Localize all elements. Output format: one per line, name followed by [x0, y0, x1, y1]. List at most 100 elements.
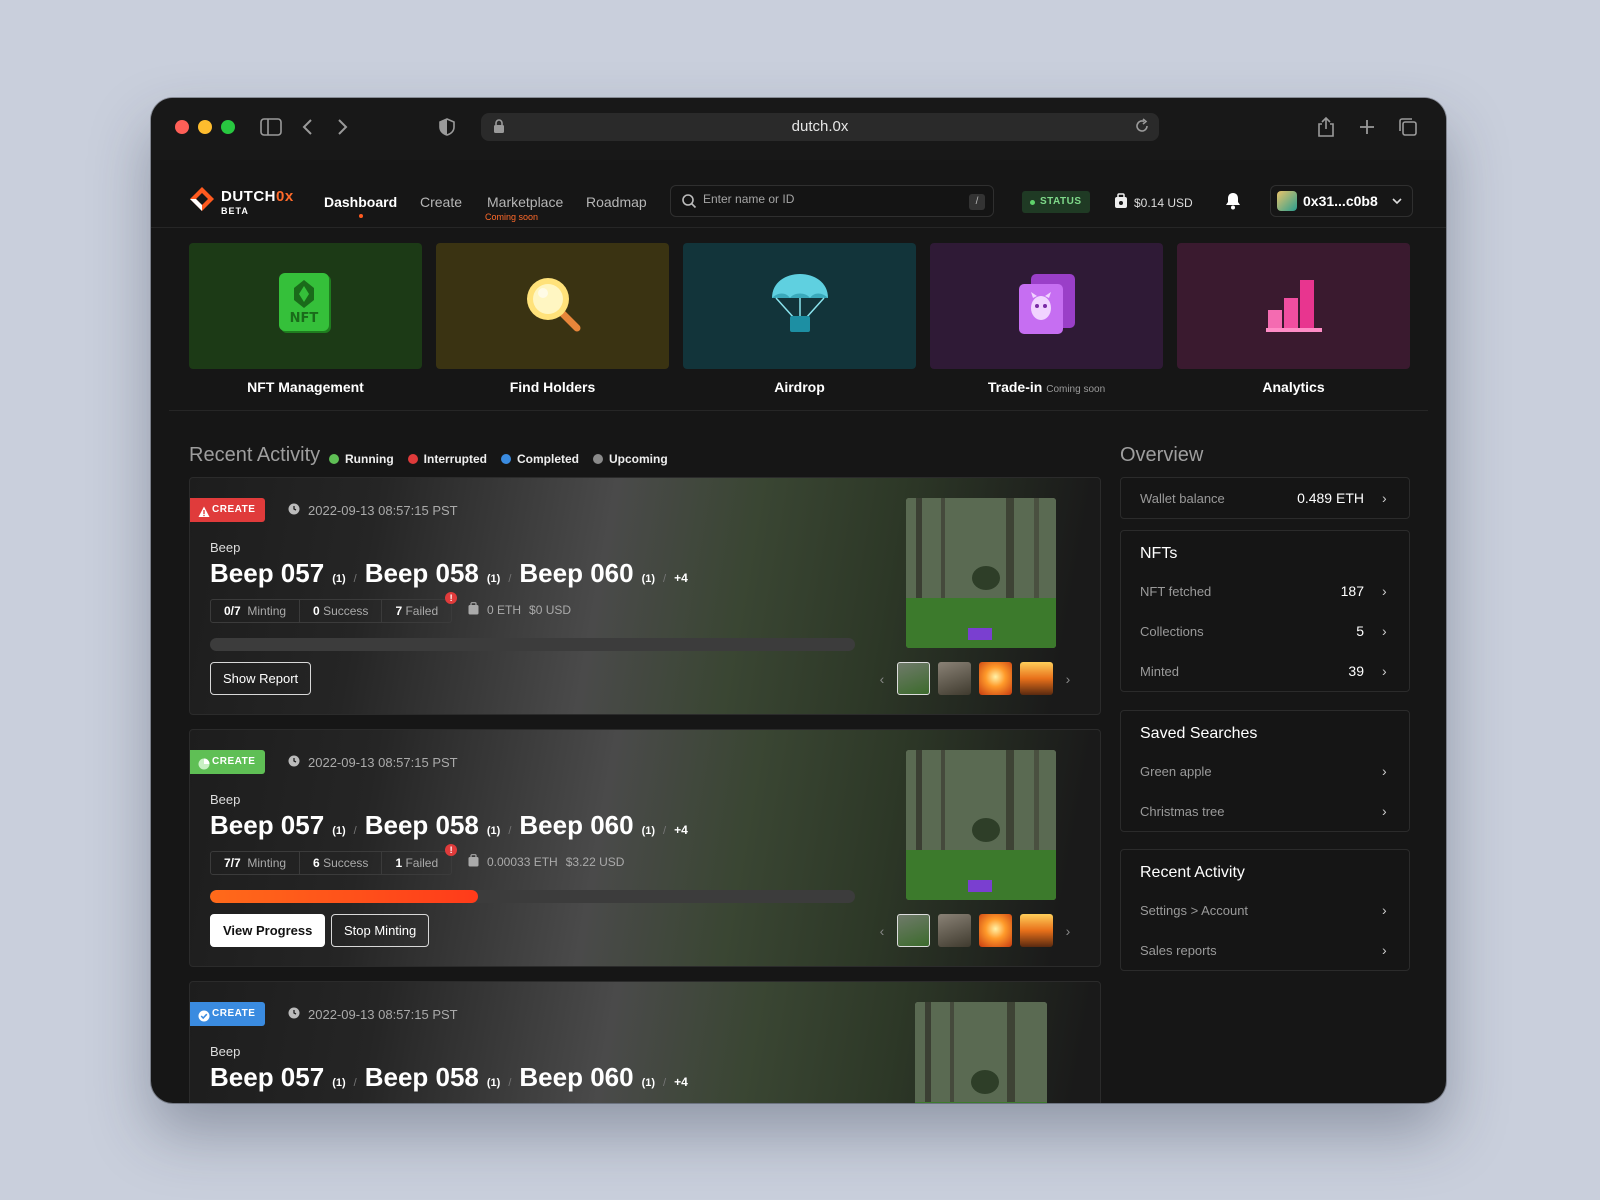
- tile-nft-management[interactable]: NFT: [189, 243, 422, 369]
- collection-name: Beep: [210, 540, 241, 555]
- row-value: 187: [1340, 583, 1364, 599]
- forward-icon[interactable]: [331, 115, 355, 139]
- saved-search-item[interactable]: Green apple ›: [1121, 751, 1409, 791]
- new-tab-icon[interactable]: [1355, 115, 1379, 139]
- stop-minting-button[interactable]: Stop Minting: [331, 914, 430, 947]
- item-name: Beep 057: [210, 810, 325, 840]
- collection-name: Beep: [210, 792, 241, 807]
- item-name: Beep 060: [519, 810, 634, 840]
- activity-card[interactable]: CREATE 2022-09-13 08:57:15 PST Beep Beep…: [189, 729, 1101, 967]
- wallet-balance-row[interactable]: Wallet balance 0.489 ETH ›: [1121, 478, 1409, 518]
- tile-airdrop[interactable]: [683, 243, 916, 369]
- clock-icon: [288, 755, 300, 770]
- thumbnail-strip: ‹ ›: [875, 662, 1075, 695]
- status-legend: Running Interrupted Completed Upcoming: [329, 452, 668, 466]
- thumbnail[interactable]: [938, 914, 971, 947]
- app-header: DUTCH0x BETA Dashboard Create Marketplac…: [151, 160, 1446, 228]
- row-label: Christmas tree: [1140, 803, 1225, 819]
- thumbnail[interactable]: [1020, 662, 1053, 695]
- view-progress-button[interactable]: View Progress: [210, 914, 326, 947]
- minimize-window-button[interactable]: [198, 120, 212, 134]
- item-qty: (1): [641, 573, 656, 585]
- share-icon[interactable]: [1314, 115, 1338, 139]
- item-qty: (1): [641, 1077, 656, 1089]
- account-id: 0x31...c0b8: [1303, 193, 1378, 209]
- legend-dot: [407, 454, 418, 464]
- activity-card[interactable]: CREATE 2022-09-13 08:57:15 PST Beep Beep…: [189, 477, 1101, 715]
- back-icon[interactable]: [295, 115, 319, 139]
- stat-value: 0: [313, 604, 320, 618]
- search-input[interactable]: [703, 192, 953, 206]
- nav-marketplace[interactable]: Marketplace Coming soon: [485, 194, 564, 222]
- progress-bar: [210, 890, 855, 903]
- stat-label: Minting: [247, 856, 287, 870]
- nft-preview-image[interactable]: [906, 498, 1056, 648]
- sidebar-toggle-icon[interactable]: [259, 115, 283, 139]
- show-report-button[interactable]: Show Report: [210, 662, 312, 695]
- thumbnail[interactable]: [979, 914, 1012, 947]
- thumbnail[interactable]: [1020, 914, 1053, 947]
- nft-preview-image[interactable]: [915, 1002, 1047, 1103]
- nft-preview-image[interactable]: [906, 750, 1056, 900]
- cost-usd: $3.22 USD: [565, 855, 625, 869]
- thumbnail[interactable]: [897, 662, 930, 695]
- separator: /: [508, 573, 512, 585]
- row-label: Settings > Account: [1140, 902, 1249, 918]
- search-icon: [681, 193, 697, 214]
- thumbnail[interactable]: [897, 914, 930, 947]
- close-window-button[interactable]: [175, 120, 189, 134]
- nft-fetched-row[interactable]: NFT fetched 187 ›: [1121, 571, 1409, 611]
- avatar: [1277, 191, 1297, 211]
- legend-label: Upcoming: [609, 452, 668, 466]
- chevron-left-icon[interactable]: ‹: [875, 671, 889, 687]
- nav-dashboard[interactable]: Dashboard: [324, 194, 397, 218]
- saved-search-item[interactable]: Christmas tree ›: [1121, 791, 1409, 831]
- thumbnail[interactable]: [979, 662, 1012, 695]
- address-bar[interactable]: dutch.0x: [481, 113, 1159, 141]
- tab-overview-icon[interactable]: [1396, 115, 1420, 139]
- card-heading: Recent Activity: [1140, 864, 1245, 881]
- logo[interactable]: DUTCH0x BETA: [189, 186, 294, 217]
- reload-icon[interactable]: [1133, 117, 1151, 140]
- legend-label: Running: [345, 452, 394, 466]
- tile-label: Airdrop: [774, 379, 825, 395]
- cost-usd: $0 USD: [529, 603, 572, 617]
- shield-icon[interactable]: [435, 115, 459, 139]
- collections-row[interactable]: Collections 5 ›: [1121, 611, 1409, 651]
- tile-label: NFT Management: [247, 379, 364, 395]
- chevron-left-icon[interactable]: ‹: [875, 923, 889, 939]
- activity-card[interactable]: CREATE 2022-09-13 08:57:15 PST Beep Beep…: [189, 981, 1101, 1103]
- status-badge: CREATE: [190, 498, 266, 522]
- chevron-right-icon: ›: [1382, 490, 1387, 506]
- chevron-right-icon[interactable]: ›: [1061, 671, 1075, 687]
- stat-value: 6: [313, 856, 320, 870]
- minted-row[interactable]: Minted 39 ›: [1121, 651, 1409, 691]
- nav-label: Roadmap: [586, 194, 647, 210]
- nav-label: Marketplace: [487, 194, 564, 210]
- logo-mark-icon: [189, 186, 215, 217]
- thumbnail[interactable]: [938, 662, 971, 695]
- recent-activity-item[interactable]: Sales reports ›: [1121, 930, 1409, 970]
- stat-value: 7/7: [224, 856, 241, 870]
- row-value: 39: [1348, 663, 1364, 679]
- timestamp-text: 2022-09-13 08:57:15 PST: [308, 1007, 458, 1022]
- tile-find-holders[interactable]: [436, 243, 669, 369]
- account-menu[interactable]: 0x31...c0b8: [1270, 185, 1413, 217]
- timestamp: 2022-09-13 08:57:15 PST: [288, 503, 458, 518]
- stat-success: 0 Success: [300, 600, 383, 622]
- stat-label: Minting: [247, 604, 287, 618]
- item-titles: Beep 057 (1) / Beep 058 (1) / Beep 060 (1) …: [210, 810, 688, 841]
- recent-activity-item[interactable]: Settings > Account ›: [1121, 890, 1409, 930]
- status-badge[interactable]: STATUS: [1022, 191, 1090, 213]
- tile-trade-in[interactable]: [930, 243, 1163, 369]
- bell-icon[interactable]: [1225, 192, 1241, 215]
- stat-minting: 7/7 Minting: [211, 852, 301, 874]
- nav-create[interactable]: Create: [420, 194, 462, 210]
- chevron-right-icon[interactable]: ›: [1061, 923, 1075, 939]
- tile-analytics[interactable]: [1177, 243, 1410, 369]
- nav-roadmap[interactable]: Roadmap: [586, 194, 647, 210]
- browser-toolbar: dutch.0x: [151, 98, 1446, 160]
- balance[interactable]: $0.14 USD: [1114, 193, 1193, 212]
- wallet-balance-card[interactable]: Wallet balance 0.489 ETH ›: [1120, 477, 1410, 519]
- zoom-window-button[interactable]: [221, 120, 235, 134]
